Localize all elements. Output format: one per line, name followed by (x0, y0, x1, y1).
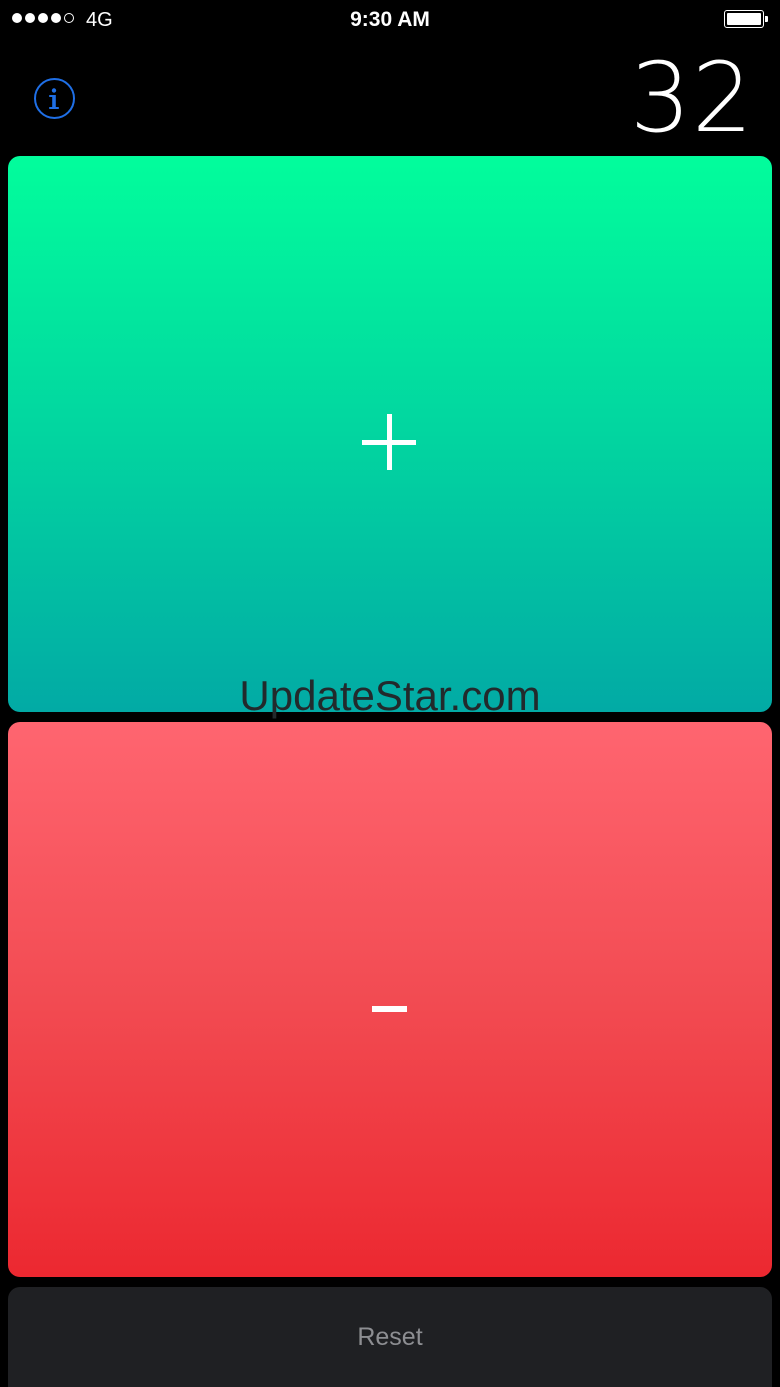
status-bar: 4G 9:30 AM (0, 0, 780, 40)
plus-icon-vertical (387, 414, 392, 470)
battery-icon (724, 10, 768, 28)
plus-icon (362, 414, 416, 470)
reset-button[interactable]: Reset (8, 1287, 772, 1387)
battery-fill (727, 13, 761, 25)
info-circle-icon (49, 88, 59, 109)
app-screen: 4G 9:30 AM 32 Reset UpdateStar.com (0, 0, 780, 1387)
counter-value: 32 (629, 42, 754, 154)
decrement-button[interactable] (8, 722, 772, 1277)
status-time: 9:30 AM (350, 8, 430, 31)
minus-icon (372, 1006, 407, 1012)
battery-nub (765, 16, 768, 22)
increment-button[interactable] (8, 156, 772, 712)
info-button[interactable] (34, 78, 75, 119)
reset-label: Reset (357, 1323, 423, 1351)
